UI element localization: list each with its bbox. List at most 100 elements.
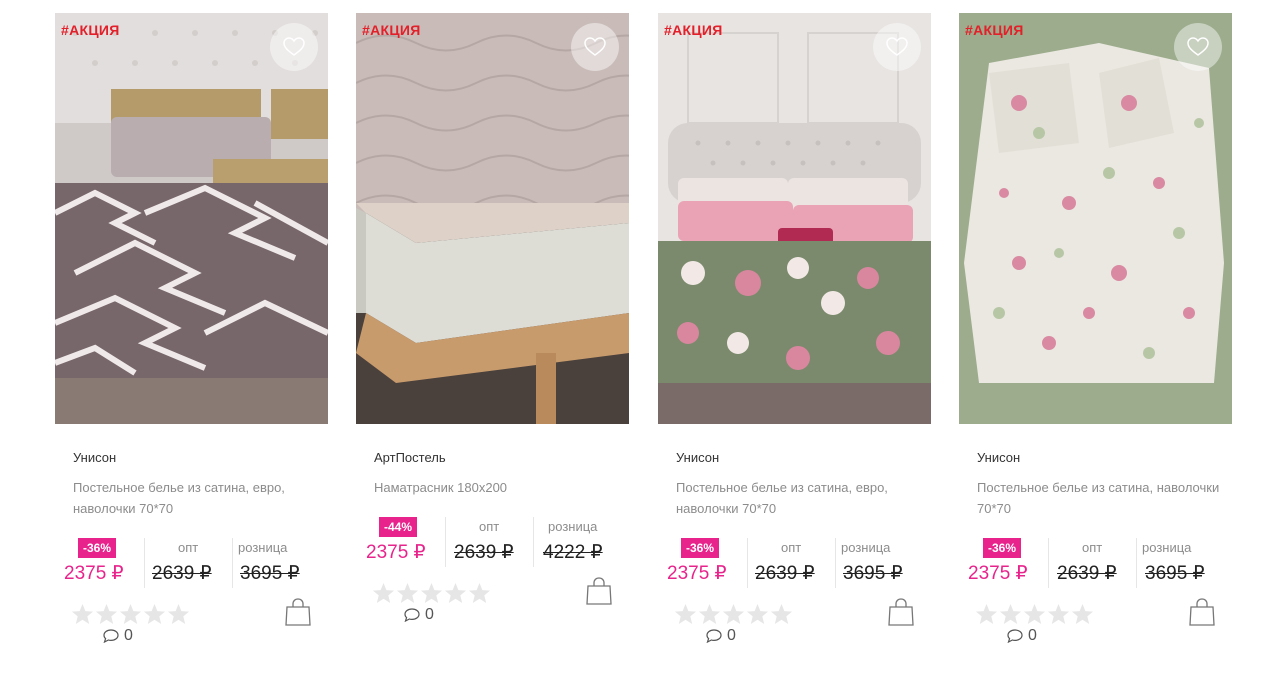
product-card[interactable]: #АКЦИЯ Унисон Постельное белье из сатина…	[959, 13, 1232, 644]
product-image[interactable]: #АКЦИЯ	[959, 13, 1232, 424]
star-icon	[372, 582, 395, 604]
price-opt: опт 2639 ₽	[747, 538, 836, 588]
discount-badge: -36%	[681, 538, 720, 558]
promo-tag: #АКЦИЯ	[965, 22, 1024, 38]
star-icon	[71, 603, 94, 625]
current-price: 2375 ₽	[64, 563, 124, 584]
retail-label: розница	[1142, 540, 1192, 555]
price-opt: опт 2639 ₽	[445, 517, 534, 567]
rating-stars[interactable]	[674, 603, 793, 625]
add-to-cart-button[interactable]	[284, 597, 312, 632]
price-retail: розница 4222 ₽	[533, 517, 623, 567]
star-icon	[975, 603, 998, 625]
favorite-button[interactable]	[270, 23, 318, 71]
add-to-cart-button[interactable]	[1188, 597, 1216, 632]
price-retail: розница 3695 ₽	[835, 538, 925, 588]
star-icon	[1071, 603, 1094, 625]
rating-stars[interactable]	[71, 603, 190, 625]
product-photo	[959, 13, 1232, 424]
opt-label: опт	[1082, 540, 1103, 555]
comments-count-value: 0	[425, 606, 434, 623]
shopping-bag-icon	[888, 598, 914, 626]
comments-count[interactable]: 0	[103, 627, 133, 645]
comments-count-value: 0	[1028, 627, 1037, 644]
star-icon	[95, 603, 118, 625]
comments-count[interactable]: 0	[706, 627, 736, 645]
favorite-button[interactable]	[1174, 23, 1222, 71]
price-retail: розница 3695 ₽	[232, 538, 322, 588]
star-icon	[999, 603, 1022, 625]
shopping-bag-icon	[1189, 598, 1215, 626]
star-icon	[746, 603, 769, 625]
retail-label: розница	[841, 540, 891, 555]
product-brand[interactable]: Унисон	[977, 450, 1020, 465]
shopping-bag-icon	[586, 577, 612, 605]
opt-price: 2639 ₽	[755, 563, 815, 584]
star-icon	[770, 603, 793, 625]
comments-count[interactable]: 0	[404, 606, 434, 624]
opt-label: опт	[781, 540, 802, 555]
product-card[interactable]: #АКЦИЯ АртПостель Наматрасник 180x200 -4…	[356, 13, 629, 623]
price-block: -36% 2375 ₽ опт 2639 ₽ розница 3695 ₽	[963, 538, 1225, 588]
star-icon	[468, 582, 491, 604]
product-card[interactable]: #АКЦИЯ Унисон Постельное белье из сатина…	[658, 13, 931, 644]
star-icon	[420, 582, 443, 604]
product-title[interactable]: Постельное белье из сатина, евро, наволо…	[73, 477, 323, 519]
retail-price: 3695 ₽	[1145, 563, 1205, 584]
opt-price: 2639 ₽	[152, 563, 212, 584]
product-brand[interactable]: Унисон	[676, 450, 719, 465]
comments-count-value: 0	[124, 627, 133, 644]
retail-price: 3695 ₽	[843, 563, 903, 584]
add-to-cart-button[interactable]	[585, 576, 613, 611]
product-title[interactable]: Постельное белье из сатина, евро, наволо…	[676, 477, 926, 519]
product-brand[interactable]: АртПостель	[374, 450, 446, 465]
retail-label: розница	[548, 519, 598, 534]
discount-badge: -36%	[78, 538, 117, 558]
comments-count-value: 0	[727, 627, 736, 644]
price-block: -44% 2375 ₽ опт 2639 ₽ розница 4222 ₽	[360, 517, 622, 567]
add-to-cart-button[interactable]	[887, 597, 915, 632]
star-icon	[167, 603, 190, 625]
product-title[interactable]: Наматрасник 180x200	[374, 477, 624, 498]
opt-price: 2639 ₽	[1057, 563, 1117, 584]
price-opt: опт 2639 ₽	[144, 538, 233, 588]
heart-icon	[1187, 37, 1209, 56]
opt-price: 2639 ₽	[454, 542, 514, 563]
speech-bubble-icon	[1007, 629, 1023, 643]
retail-price: 3695 ₽	[240, 563, 300, 584]
product-image[interactable]: #АКЦИЯ	[658, 13, 931, 424]
discount-badge: -44%	[379, 517, 418, 537]
product-image[interactable]: #АКЦИЯ	[356, 13, 629, 424]
star-icon	[119, 603, 142, 625]
price-current: -36% 2375 ₽	[963, 538, 1048, 588]
price-block: -36% 2375 ₽ опт 2639 ₽ розница 3695 ₽	[662, 538, 924, 588]
discount-badge: -36%	[983, 538, 1022, 558]
product-photo	[356, 13, 629, 424]
price-current: -36% 2375 ₽	[662, 538, 747, 588]
rating-stars[interactable]	[975, 603, 1094, 625]
speech-bubble-icon	[706, 629, 722, 643]
rating-stars[interactable]	[372, 582, 491, 604]
product-photo	[55, 13, 328, 424]
price-current: -44% 2375 ₽	[360, 517, 445, 567]
star-icon	[396, 582, 419, 604]
current-price: 2375 ₽	[968, 563, 1028, 584]
heart-icon	[886, 37, 908, 56]
product-card[interactable]: #АКЦИЯ Унисон Постельное белье из сатина…	[55, 13, 328, 644]
star-icon	[674, 603, 697, 625]
favorite-button[interactable]	[571, 23, 619, 71]
speech-bubble-icon	[404, 608, 420, 622]
current-price: 2375 ₽	[366, 542, 426, 563]
opt-label: опт	[178, 540, 199, 555]
favorite-button[interactable]	[873, 23, 921, 71]
product-brand[interactable]: Унисон	[73, 450, 116, 465]
retail-price: 4222 ₽	[543, 542, 603, 563]
comments-count[interactable]: 0	[1007, 627, 1037, 645]
product-image[interactable]: #АКЦИЯ	[55, 13, 328, 424]
product-title[interactable]: Постельное белье из сатина, наволочки 70…	[977, 477, 1227, 519]
price-retail: розница 3695 ₽	[1136, 538, 1226, 588]
star-icon	[698, 603, 721, 625]
current-price: 2375 ₽	[667, 563, 727, 584]
opt-label: опт	[479, 519, 500, 534]
promo-tag: #АКЦИЯ	[362, 22, 421, 38]
